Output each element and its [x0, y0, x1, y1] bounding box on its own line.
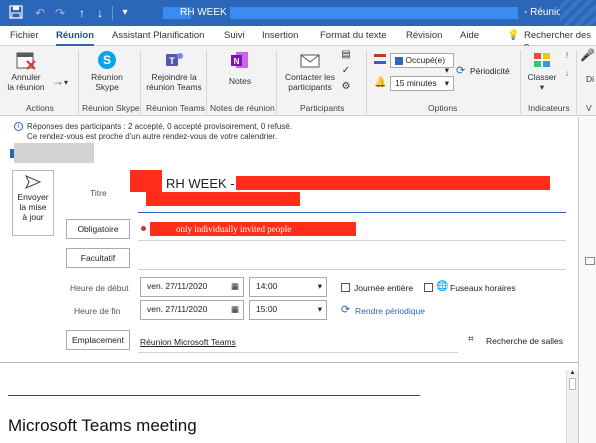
tab-review[interactable]: Révision [406, 30, 442, 41]
group-label-actions: Actions [26, 103, 54, 113]
tab-scheduling-assistant[interactable]: Assistant Planification [112, 30, 204, 41]
title-bar: ↶ ↷ ↑ ↓ ▾ RH WEEK - R - Réunion [0, 0, 596, 26]
address-book-icon[interactable]: ▤ [340, 50, 352, 60]
redaction-box [10, 143, 94, 163]
tab-meeting[interactable]: Réunion [56, 30, 94, 46]
end-time-select[interactable]: 15:00 ▾ [249, 300, 327, 320]
send-icon [13, 175, 53, 192]
group-label-teams: Réunion Teams [146, 103, 205, 113]
customize-toolbar-icon[interactable]: ▾ [117, 5, 133, 21]
redaction-box [230, 7, 518, 19]
body-scrollbar[interactable]: ▲ [566, 370, 578, 443]
tab-file[interactable]: Fichier [10, 30, 39, 41]
group-label-options: Options [428, 103, 458, 113]
time-zones-label: Fuseaux horaires [450, 283, 516, 293]
title-label: Titre [90, 188, 107, 198]
show-as-select[interactable]: Occupé(e) ▾ [390, 53, 454, 75]
send-update-button[interactable]: Envoyer la mise à jour [12, 170, 54, 236]
recurrence-icon[interactable]: ⟳ [456, 64, 465, 77]
group-label-participants: Participants [300, 103, 345, 113]
svg-text:T: T [169, 56, 175, 66]
recurrence-button[interactable]: Périodicité [470, 66, 510, 76]
titlebar-decoration [560, 0, 596, 26]
onenote-icon: N [229, 50, 251, 70]
arrow-up-icon[interactable]: ↑ [74, 5, 90, 21]
ribbon: Annuler la réunion →▾ Actions S Réunion … [0, 46, 596, 116]
required-attendees-field[interactable]: only individually invited people [150, 222, 356, 236]
meeting-body-heading: Microsoft Teams meeting [8, 416, 197, 435]
cancel-meeting-button[interactable]: Annuler la réunion [4, 50, 48, 92]
reminder-select[interactable]: 15 minutes ▾ [390, 76, 454, 91]
svg-text:S: S [103, 53, 111, 67]
show-as-icon [374, 54, 386, 64]
group-label-notes: Notes de réunion [210, 103, 275, 113]
envelope-icon [299, 50, 321, 70]
categorize-button[interactable]: Classer ▾ [524, 50, 560, 92]
tab-insert[interactable]: Insertion [262, 30, 298, 41]
start-time-label: Heure de début [70, 283, 129, 293]
check-names-icon[interactable]: ✓ [340, 66, 352, 76]
lightbulb-icon[interactable]: 💡 [507, 30, 519, 41]
forward-arrow-icon[interactable]: →▾ [48, 75, 72, 88]
tab-help[interactable]: Aide [460, 30, 479, 41]
info-bar: i Réponses des participants : 2 accepté,… [0, 117, 580, 143]
redo-icon[interactable]: ↷ [52, 5, 68, 21]
recurrence-icon[interactable]: ⟳ [341, 303, 350, 316]
save-icon[interactable] [8, 5, 24, 21]
group-label-skype: Réunion Skype [82, 103, 140, 113]
required-attendees-button[interactable]: Obligatoire [66, 219, 130, 239]
location-button[interactable]: Emplacement [66, 330, 130, 350]
start-date-picker[interactable]: ven. 27/11/2020 ▦ [140, 277, 244, 297]
start-time-select[interactable]: 14:00 ▾ [249, 277, 327, 297]
dictate-button[interactable]: Di [584, 74, 596, 84]
dictate-icon[interactable]: 🎤 [580, 49, 595, 61]
globe-icon: 🌐 [436, 281, 449, 292]
calendar-icon[interactable]: ▦ [231, 281, 239, 292]
scrollbar-thumb[interactable] [569, 378, 576, 390]
reminder-bell-icon: 🔔 [374, 77, 387, 88]
tab-format-text[interactable]: Format du texte [320, 30, 387, 41]
undo-icon[interactable]: ↶ [32, 5, 48, 21]
end-time-label: Heure de fin [74, 306, 121, 316]
calendar-cancel-icon [15, 50, 37, 70]
all-day-label: Journée entière [354, 283, 414, 293]
low-importance-icon[interactable]: ↓ [562, 68, 572, 78]
time-zones-checkbox[interactable] [424, 283, 433, 292]
arrow-down-icon[interactable]: ↓ [92, 5, 108, 21]
optional-attendees-button[interactable]: Facultatif [66, 248, 130, 268]
high-importance-icon[interactable]: ! [562, 50, 572, 60]
subject-input[interactable]: RH WEEK - [166, 176, 235, 191]
redaction-box [236, 176, 550, 190]
chevron-down-icon: ▾ [317, 304, 322, 314]
meeting-notes-button[interactable]: N Notes [220, 50, 260, 86]
group-label-indicators: Indicateurs [528, 103, 570, 113]
contact-attendees-button[interactable]: Contacter les participants [280, 50, 340, 92]
all-day-checkbox[interactable] [341, 283, 350, 292]
group-label-voice: V [586, 103, 592, 113]
room-finder-icon[interactable]: ⌗ [468, 334, 474, 345]
response-options-icon[interactable]: ⚙ [340, 82, 352, 92]
redaction-box [146, 192, 300, 206]
skype-icon: S [96, 50, 118, 70]
svg-text:N: N [234, 57, 240, 66]
calendar-icon[interactable]: ▦ [231, 304, 239, 315]
join-teams-meeting-button[interactable]: T Rejoindre la réunion Teams [143, 50, 205, 92]
attendee-responses-text: Réponses des participants : 2 accepté, 0… [27, 122, 293, 131]
ribbon-tabs: Fichier Réunion Assistant Planification … [0, 26, 596, 52]
location-field[interactable]: Réunion Microsoft Teams [140, 337, 236, 347]
chevron-down-icon: ▾ [317, 281, 322, 291]
attendee-status-dot [141, 226, 146, 231]
teams-icon: T [163, 50, 185, 70]
tab-tracking[interactable]: Suivi [224, 30, 245, 41]
redaction-box [130, 170, 162, 192]
right-side-pane [578, 117, 596, 443]
category-tags-icon [531, 50, 553, 70]
conflict-warning-text: Ce rendez-vous est proche d'un autre ren… [27, 132, 278, 141]
skype-meeting-button[interactable]: S Réunion Skype [82, 50, 132, 92]
make-recurring-link[interactable]: Rendre périodique [355, 306, 425, 316]
room-finder-button[interactable]: Recherche de salles [486, 336, 563, 346]
info-icon: i [14, 122, 23, 131]
end-date-picker[interactable]: ven. 27/11/2020 ▦ [140, 300, 244, 320]
